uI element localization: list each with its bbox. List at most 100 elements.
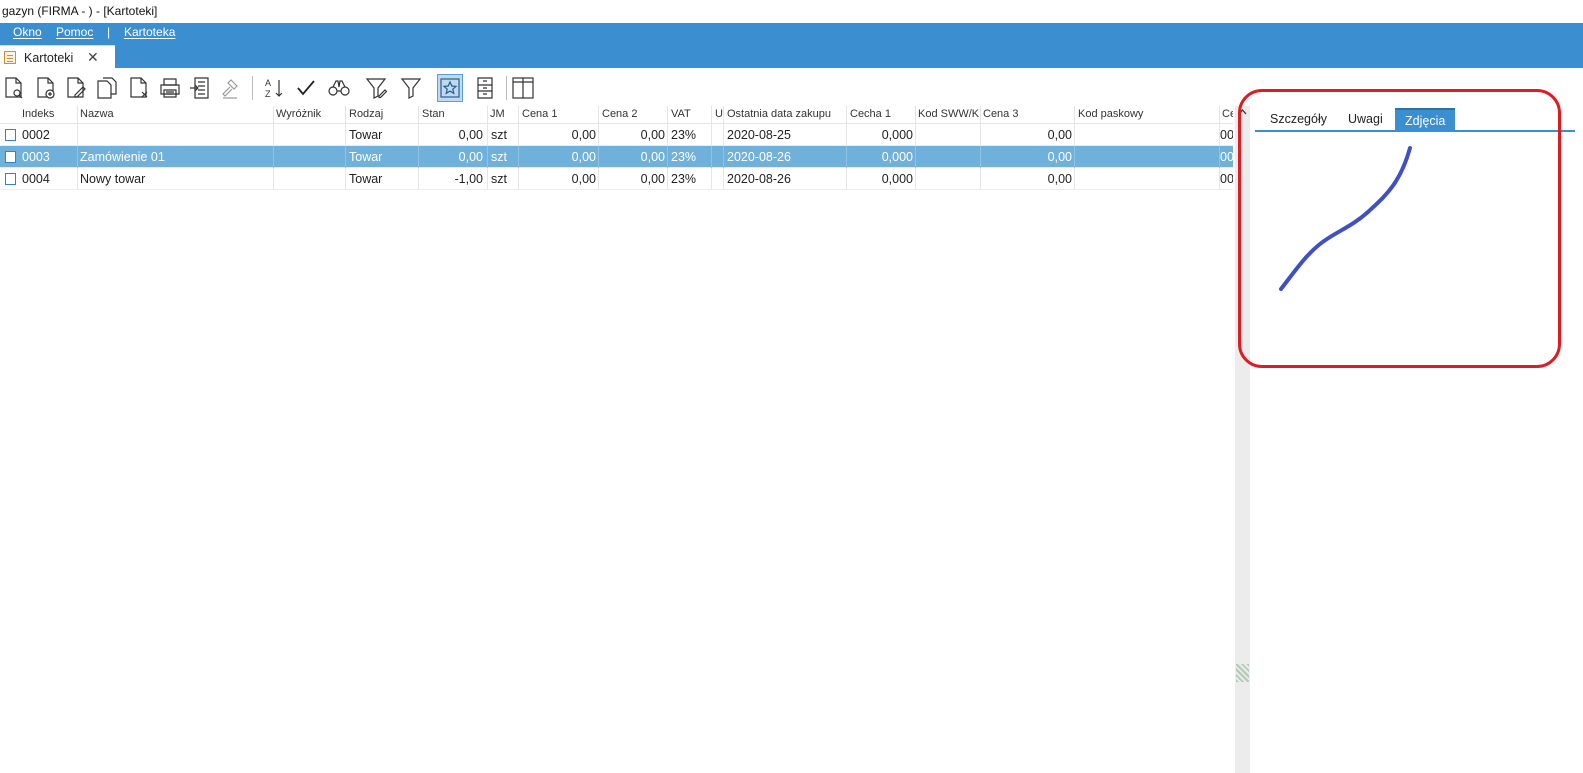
checkmark-icon[interactable]: [293, 74, 319, 102]
cell-vat: 23%: [671, 150, 697, 164]
close-icon[interactable]: ✕: [87, 49, 99, 66]
menu-okno[interactable]: Okno: [13, 25, 42, 39]
copy-document-icon[interactable]: [94, 74, 120, 102]
filter-icon[interactable]: [398, 74, 424, 102]
cell-divider: [345, 168, 346, 190]
column-divider[interactable]: [915, 106, 916, 124]
delete-document-icon[interactable]: [126, 74, 152, 102]
cell-cena3: 0,00: [1047, 128, 1072, 142]
column-header-ce[interactable]: Ce: [1222, 108, 1233, 120]
column-header-wyroznik[interactable]: Wyróżnik: [276, 108, 344, 120]
cell-divider: [598, 168, 599, 190]
export-icon[interactable]: [188, 74, 214, 102]
cell-cena2: 0,00: [640, 128, 665, 142]
column-header-kod-paskowy[interactable]: Kod paskowy: [1078, 108, 1218, 120]
cell-divider: [418, 124, 419, 146]
document-tab-strip: Kartoteki ✕: [0, 41, 1583, 68]
tab-szczegoly[interactable]: Szczegóły: [1270, 108, 1327, 130]
cell-rodzaj: Towar: [349, 150, 383, 164]
tab-underline: [1255, 130, 1575, 132]
edit-document-icon[interactable]: [63, 74, 89, 102]
sort-az-icon[interactable]: AZ: [261, 74, 287, 102]
tab-uwagi[interactable]: Uwagi: [1348, 108, 1383, 130]
row-checkbox[interactable]: [5, 151, 16, 163]
menu-kartoteka[interactable]: Kartoteka: [124, 25, 175, 39]
hammer-icon[interactable]: [218, 74, 244, 102]
cell-data: 2020-08-26: [727, 172, 791, 186]
table-row[interactable]: 0002 Towar 0,00 szt 0,00 0,00 23% 2020-08-25 0,0…: [0, 124, 1233, 146]
column-divider[interactable]: [518, 106, 519, 124]
binoculars-icon[interactable]: [326, 74, 352, 102]
favorite-star-icon[interactable]: [437, 74, 463, 102]
cell-divider: [1074, 168, 1075, 190]
column-divider[interactable]: [273, 106, 274, 124]
cell-ce: 00: [1220, 172, 1233, 186]
cabinet-icon[interactable]: [472, 74, 498, 102]
drawn-stroke: [1279, 146, 1412, 291]
tab-zdjecia[interactable]: Zdjęcia: [1395, 108, 1456, 130]
column-divider[interactable]: [846, 106, 847, 124]
columns-icon[interactable]: [510, 74, 536, 102]
tab-kartoteki[interactable]: Kartoteki ✕: [0, 45, 115, 68]
cell-indeks: 0002: [22, 128, 50, 142]
cell-divider: [518, 168, 519, 190]
cell-divider: [487, 124, 488, 146]
column-divider[interactable]: [418, 106, 419, 124]
column-divider[interactable]: [723, 106, 724, 124]
column-header-kod-sww[interactable]: Kod SWW/K: [918, 108, 980, 120]
cell-divider: [598, 124, 599, 146]
table-row[interactable]: 0004 Nowy towar Towar -1,00 szt 0,00 0,00 23% 20…: [0, 168, 1233, 190]
column-header-jm[interactable]: JM: [490, 108, 516, 120]
cell-cena3: 0,00: [1047, 172, 1072, 186]
cell-vat: 23%: [671, 172, 697, 186]
column-divider[interactable]: [711, 106, 712, 124]
preview-icon[interactable]: [1, 74, 27, 102]
column-header-ostatnia-data-zakupu[interactable]: Ostatnia data zakupu: [727, 108, 845, 120]
table-row[interactable]: 0003 Zamówienie 01 Towar 0,00 szt 0,00 0,00 23%…: [0, 146, 1233, 168]
cell-cecha1: 0,000: [881, 128, 913, 142]
column-divider[interactable]: [1219, 106, 1220, 124]
cell-divider: [1074, 146, 1075, 168]
cell-divider: [273, 168, 274, 190]
svg-text:Z: Z: [265, 89, 271, 99]
column-header-cena2[interactable]: Cena 2: [602, 108, 666, 120]
column-header-nazwa[interactable]: Nazwa: [80, 108, 270, 120]
column-divider[interactable]: [598, 106, 599, 124]
cell-rodzaj: Towar: [349, 172, 383, 186]
title-bar: gazyn (FIRMA - ) - [Kartoteki]: [0, 0, 1583, 23]
cell-divider: [915, 124, 916, 146]
column-divider[interactable]: [667, 106, 668, 124]
column-divider[interactable]: [1074, 106, 1075, 124]
vertical-splitter[interactable]: [1235, 106, 1250, 773]
print-icon[interactable]: [157, 74, 183, 102]
column-header-indeks[interactable]: Indeks: [22, 108, 76, 120]
splitter-grip[interactable]: [1236, 664, 1249, 682]
column-header-vat[interactable]: VAT: [671, 108, 709, 120]
column-header-u[interactable]: U: [715, 108, 723, 120]
chevron-up-icon[interactable]: [1238, 108, 1247, 119]
cell-divider: [273, 124, 274, 146]
column-header-cena3[interactable]: Cena 3: [983, 108, 1073, 120]
cell-nazwa: Zamówienie 01: [80, 150, 165, 164]
column-divider[interactable]: [980, 106, 981, 124]
cell-cecha1: 0,000: [881, 172, 913, 186]
cell-indeks: 0003: [22, 150, 50, 164]
column-header-rodzaj[interactable]: Rodzaj: [349, 108, 417, 120]
cell-divider: [980, 146, 981, 168]
filter-edit-icon[interactable]: [363, 74, 389, 102]
column-header-cena1[interactable]: Cena 1: [522, 108, 596, 120]
column-divider[interactable]: [487, 106, 488, 124]
cell-divider: [1074, 124, 1075, 146]
row-checkbox[interactable]: [5, 129, 16, 141]
row-checkbox[interactable]: [5, 173, 16, 185]
column-header-stan[interactable]: Stan: [422, 108, 482, 120]
menu-pomoc[interactable]: Pomoc: [56, 25, 93, 39]
column-divider[interactable]: [77, 106, 78, 124]
column-divider[interactable]: [345, 106, 346, 124]
cell-divider: [667, 168, 668, 190]
cell-divider: [345, 124, 346, 146]
cell-divider: [77, 124, 78, 146]
column-header-cecha1[interactable]: Cecha 1: [850, 108, 914, 120]
tab-kartoteki-label: Kartoteki: [24, 51, 74, 65]
add-document-icon[interactable]: [33, 74, 59, 102]
